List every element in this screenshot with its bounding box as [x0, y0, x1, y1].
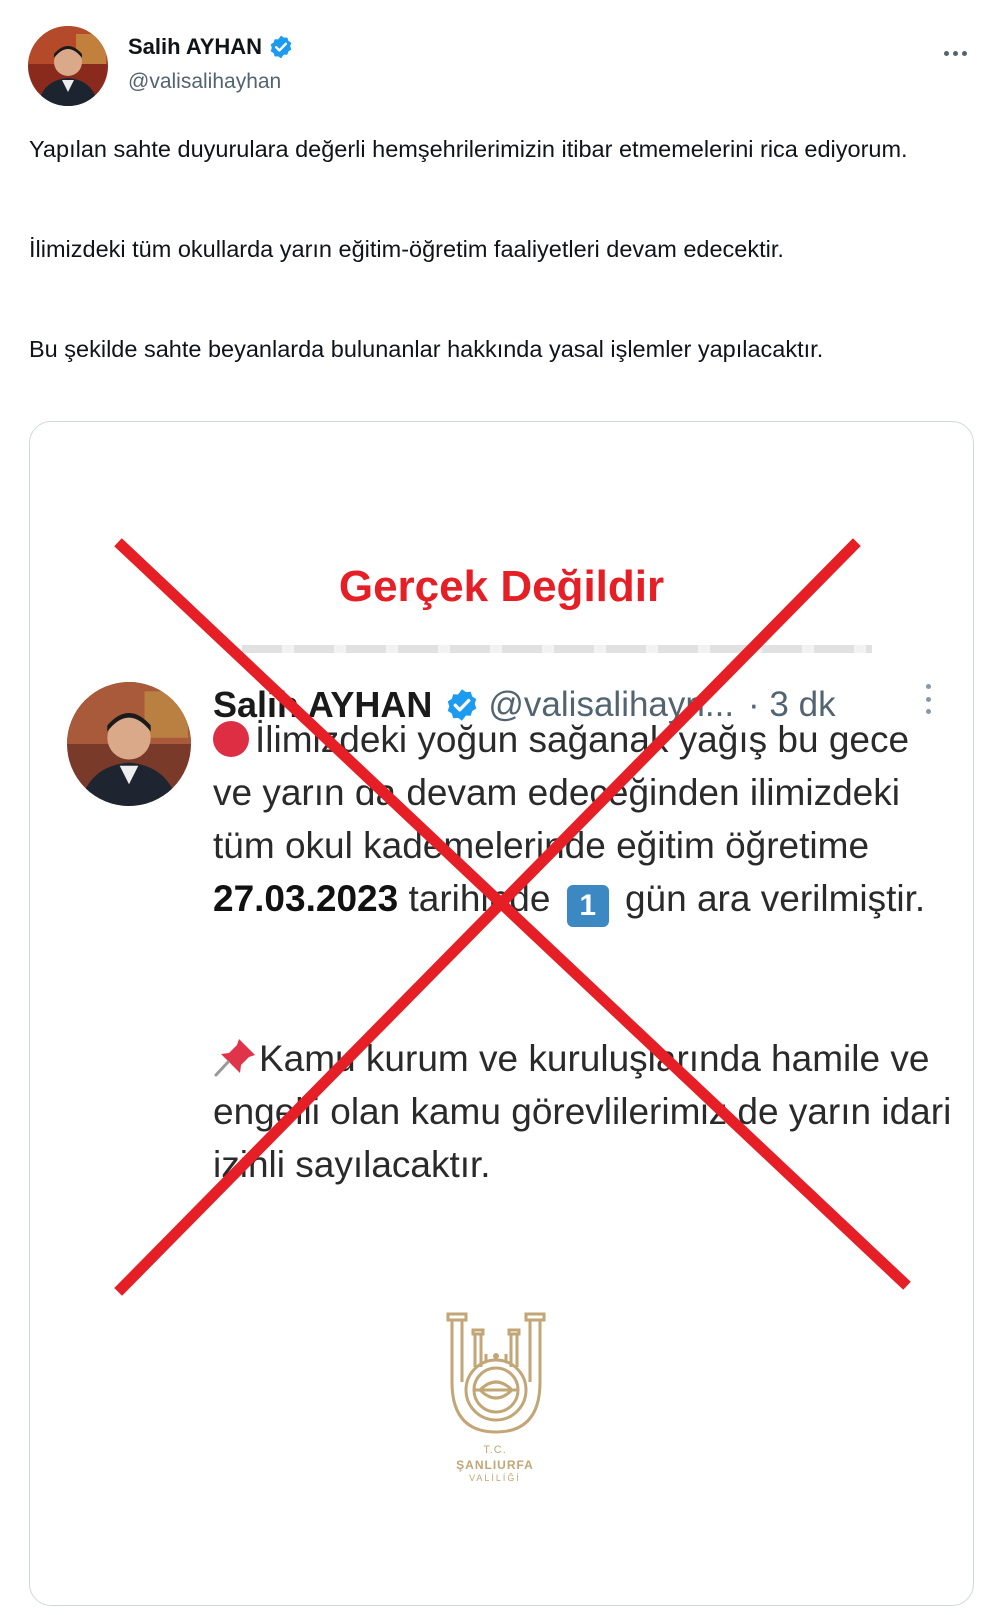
- quoted-text-a2: tarihinde: [398, 878, 551, 919]
- quoted-text-b: Kamu kurum ve kuruluşlarında hamile ve e…: [213, 1038, 952, 1185]
- more-options-icon: [926, 684, 932, 714]
- keycap-one-icon: 1: [566, 885, 609, 927]
- quoted-text-paragraph: İlimizdeki yoğun sağanak yağış bu gece v…: [213, 713, 953, 927]
- tweet-text-paragraph: Yapılan sahte duyurulara değerli hemşehr…: [29, 136, 908, 162]
- author-avatar[interactable]: [28, 26, 108, 106]
- quoted-text-a3: gün ara verilmiştir.: [624, 878, 926, 919]
- logo-text-tc: T.C.: [483, 1444, 507, 1456]
- logo-text-office: VALİLİĞİ: [469, 1473, 521, 1483]
- pushpin-icon: [214, 1039, 255, 1077]
- author-handle[interactable]: @valisalihayhan: [128, 70, 281, 94]
- tweet: Salih AYHAN @valisalihayhan Yapılan saht…: [0, 0, 992, 1615]
- verified-badge-icon: [270, 35, 292, 59]
- author-display-name[interactable]: Salih AYHAN: [128, 34, 262, 60]
- tweet-text-paragraph: Bu şekilde sahte beyanlarda bulunanlar h…: [29, 336, 824, 362]
- quoted-text-paragraph: Kamu kurum ve kuruluşlarında hamile ve e…: [213, 1032, 953, 1191]
- quoted-date: 27.03.2023: [213, 878, 399, 919]
- blurred-text-line: [242, 645, 872, 653]
- fake-news-label: Gerçek Değildir: [338, 562, 665, 611]
- tweet-text-paragraph: İlimizdeki tüm okullarda yarın eğitim-öğ…: [29, 236, 784, 262]
- sanliurfa-valiligi-logo: [446, 1312, 546, 1434]
- quoted-text-a1: İlimizdeki yoğun sağanak yağış bu gece v…: [213, 719, 910, 866]
- quoted-avatar: [67, 682, 191, 806]
- red-circle-icon: [213, 721, 249, 757]
- author-name-row[interactable]: Salih AYHAN: [128, 34, 294, 60]
- logo-text-city: ŞANLIURFA: [456, 1458, 534, 1472]
- more-options-icon[interactable]: [944, 48, 974, 58]
- tweet-media-image[interactable]: Gerçek Değildir Salih AYHAN @valisalihay…: [29, 421, 974, 1606]
